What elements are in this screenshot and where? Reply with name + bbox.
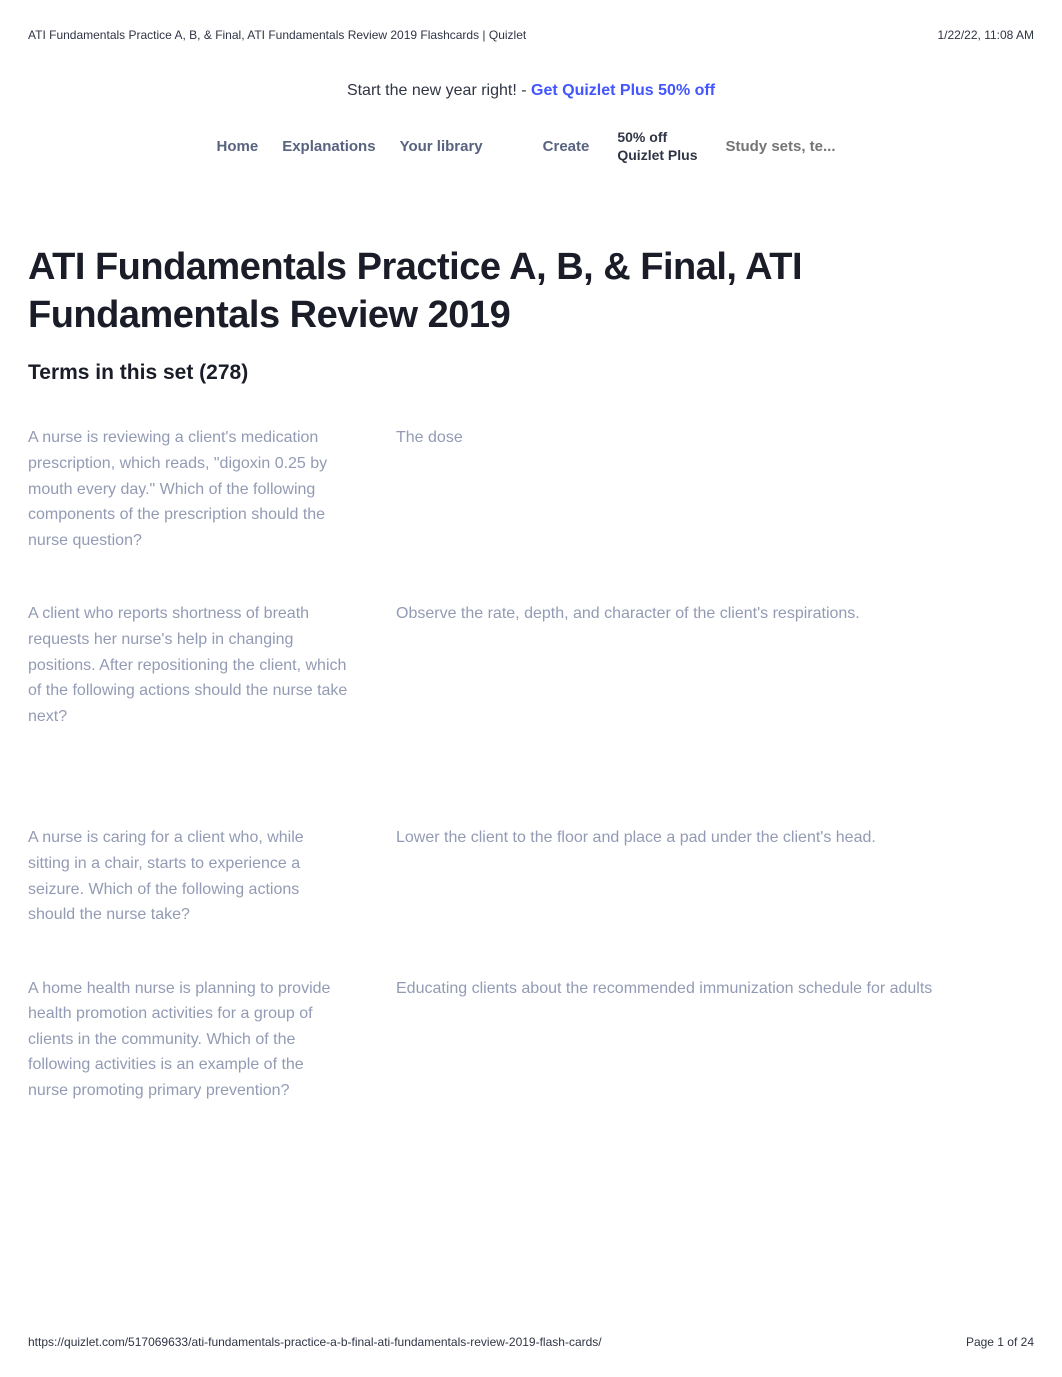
flashcard-definition: Observe the rate, depth, and character o… (396, 601, 1034, 729)
promo-prefix: Start the new year right! - (347, 82, 531, 99)
promo-pill-line2: Quizlet Plus (617, 146, 697, 164)
footer-url: https://quizlet.com/517069633/ati-fundam… (28, 1335, 602, 1349)
flashcard: A nurse is reviewing a client's medicati… (28, 425, 1034, 553)
nav-explanations[interactable]: Explanations (282, 138, 375, 155)
print-footer: https://quizlet.com/517069633/ati-fundam… (28, 1335, 1034, 1349)
print-header-right: 1/22/22, 11:08 AM (937, 28, 1034, 42)
quizlet-plus-promo[interactable]: 50% off Quizlet Plus (617, 128, 697, 164)
print-header: ATI Fundamentals Practice A, B, & Final,… (0, 0, 1062, 42)
top-nav: Home Explanations Your library Create 50… (0, 128, 1062, 164)
flashcard-term: A home health nurse is planning to provi… (28, 976, 348, 1104)
nav-right-group: Create 50% off Quizlet Plus (543, 128, 846, 164)
flashcard: A nurse is caring for a client who, whil… (28, 825, 1034, 927)
footer-page: Page 1 of 24 (966, 1335, 1034, 1349)
flashcard-definition: Educating clients about the recommended … (396, 976, 1034, 1104)
nav-your-library[interactable]: Your library (400, 138, 483, 155)
print-header-left: ATI Fundamentals Practice A, B, & Final,… (28, 28, 526, 42)
flashcard-list: A nurse is reviewing a client's medicati… (28, 425, 1034, 1103)
page-title: ATI Fundamentals Practice A, B, & Final,… (28, 244, 1034, 339)
promo-link[interactable]: Get Quizlet Plus 50% off (531, 82, 715, 99)
flashcard-definition: The dose (396, 425, 1034, 553)
flashcard: A home health nurse is planning to provi… (28, 976, 1034, 1104)
flashcard-term: A client who reports shortness of breath… (28, 601, 348, 729)
terms-heading: Terms in this set (278) (28, 361, 1034, 385)
nav-home[interactable]: Home (217, 138, 259, 155)
flashcard-definition: Lower the client to the floor and place … (396, 825, 1034, 927)
flashcard-term: A nurse is caring for a client who, whil… (28, 825, 348, 927)
promo-pill-line1: 50% off (617, 128, 697, 146)
search-input[interactable] (725, 138, 845, 155)
flashcard-term: A nurse is reviewing a client's medicati… (28, 425, 348, 553)
main-content: ATI Fundamentals Practice A, B, & Final,… (0, 244, 1062, 1103)
promo-banner: Start the new year right! - Get Quizlet … (0, 82, 1062, 100)
flashcard: A client who reports shortness of breath… (28, 601, 1034, 729)
nav-create[interactable]: Create (543, 138, 590, 155)
